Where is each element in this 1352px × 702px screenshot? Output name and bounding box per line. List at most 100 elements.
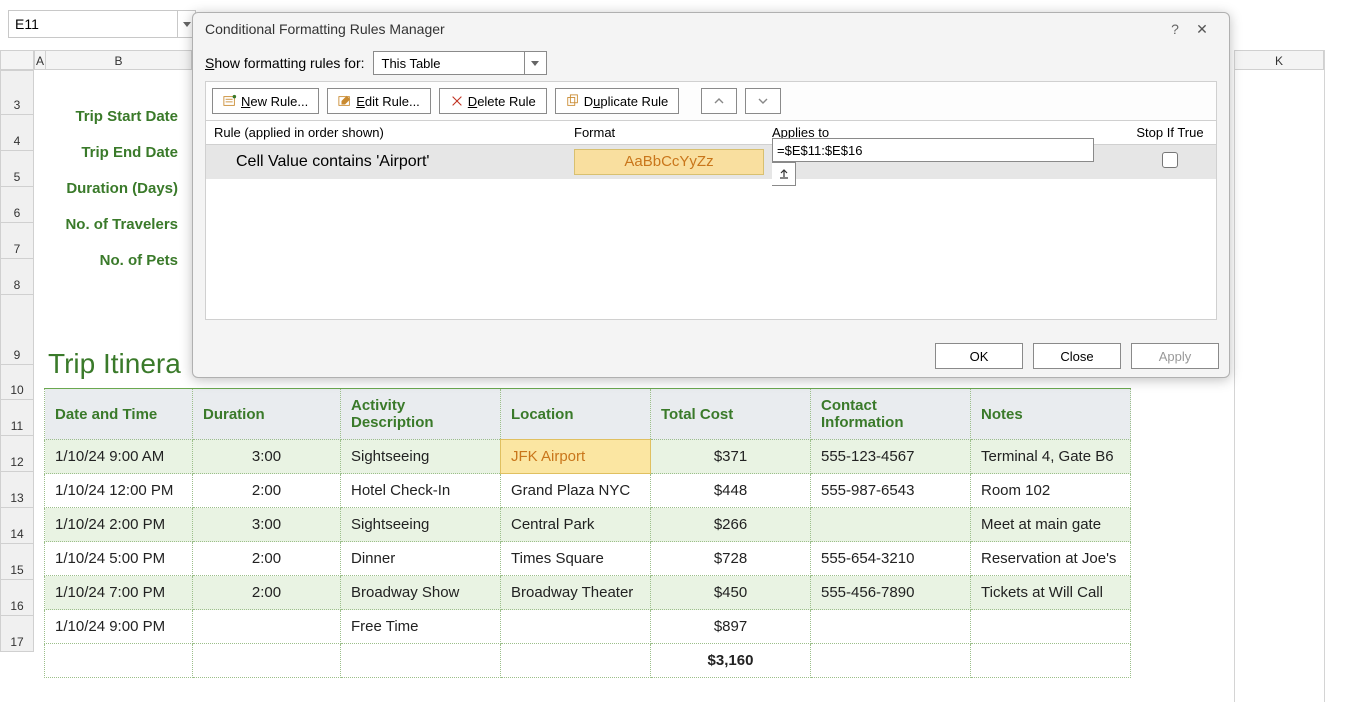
itinerary-cell[interactable]: $371 [651, 440, 811, 474]
row-header-10[interactable]: 10 [0, 365, 34, 400]
itinerary-cell[interactable]: Broadway Theater [501, 576, 651, 610]
itinerary-cell[interactable]: $448 [651, 474, 811, 508]
row-header-15[interactable]: 15 [0, 544, 34, 580]
itinerary-header[interactable]: Contact Information [811, 389, 971, 440]
itinerary-cell[interactable]: Hotel Check-In [341, 474, 501, 508]
stop-if-true-checkbox[interactable] [1162, 152, 1178, 168]
close-button[interactable]: Close [1033, 343, 1121, 369]
itinerary-cell[interactable]: $266 [651, 508, 811, 542]
itinerary-row[interactable]: 1/10/24 7:00 PM2:00Broadway ShowBroadway… [45, 576, 1131, 610]
applies-to-input[interactable] [772, 138, 1094, 162]
range-picker-button[interactable] [772, 162, 796, 186]
itinerary-cell[interactable]: Sightseeing [341, 440, 501, 474]
itinerary-cell[interactable]: 1/10/24 9:00 AM [45, 440, 193, 474]
itinerary-cell[interactable] [193, 644, 341, 678]
itinerary-cell[interactable]: 3:00 [193, 440, 341, 474]
itinerary-cell[interactable]: Room 102 [971, 474, 1131, 508]
row-header-3[interactable]: 3 [0, 70, 34, 115]
itinerary-cell[interactable]: 2:00 [193, 576, 341, 610]
itinerary-cell[interactable]: 555-987-6543 [811, 474, 971, 508]
row-header-11[interactable]: 11 [0, 400, 34, 436]
itinerary-header[interactable]: Notes [971, 389, 1131, 440]
itinerary-cell[interactable]: Grand Plaza NYC [501, 474, 651, 508]
duplicate-rule-button[interactable]: Duplicate Rule [555, 88, 680, 114]
col-header-a[interactable]: A [34, 50, 46, 70]
itinerary-row[interactable]: 1/10/24 9:00 AM3:00SightseeingJFK Airpor… [45, 440, 1131, 474]
itinerary-header[interactable]: Total Cost [651, 389, 811, 440]
itinerary-cell[interactable]: Dinner [341, 542, 501, 576]
itinerary-cell[interactable]: Sightseeing [341, 508, 501, 542]
itinerary-cell[interactable]: 3:00 [193, 508, 341, 542]
itinerary-cell[interactable] [45, 644, 193, 678]
itinerary-cell[interactable] [501, 610, 651, 644]
delete-rule-button[interactable]: Delete Rule [439, 88, 547, 114]
itinerary-cell[interactable]: 1/10/24 5:00 PM [45, 542, 193, 576]
itinerary-row[interactable]: 1/10/24 9:00 PM Free Time $897 [45, 610, 1131, 644]
itinerary-cell[interactable]: Meet at main gate [971, 508, 1131, 542]
itinerary-total-row[interactable]: $3,160 [45, 644, 1131, 678]
select-all-corner[interactable] [0, 50, 34, 70]
itinerary-row[interactable]: 1/10/24 5:00 PM2:00DinnerTimes Square$72… [45, 542, 1131, 576]
ok-button[interactable]: OK [935, 343, 1023, 369]
itinerary-cell[interactable] [811, 644, 971, 678]
itinerary-cell[interactable]: 2:00 [193, 542, 341, 576]
itinerary-cell[interactable]: Tickets at Will Call [971, 576, 1131, 610]
row-header-9[interactable]: 9 [0, 295, 34, 365]
scope-select[interactable]: This Table [373, 51, 547, 75]
itinerary-cell[interactable]: $450 [651, 576, 811, 610]
rule-row[interactable]: Cell Value contains 'Airport' AaBbCcYyZz [206, 145, 1216, 179]
itinerary-cell[interactable]: Central Park [501, 508, 651, 542]
itinerary-cell[interactable]: Broadway Show [341, 576, 501, 610]
itinerary-header[interactable]: Duration [193, 389, 341, 440]
itinerary-cell[interactable]: Free Time [341, 610, 501, 644]
row-header-14[interactable]: 14 [0, 508, 34, 544]
itinerary-cell[interactable]: 1/10/24 7:00 PM [45, 576, 193, 610]
scope-select-dropdown[interactable] [524, 52, 546, 74]
itinerary-header[interactable]: Activity Description [341, 389, 501, 440]
itinerary-cell[interactable]: 1/10/24 2:00 PM [45, 508, 193, 542]
itinerary-row[interactable]: 1/10/24 2:00 PM3:00SightseeingCentral Pa… [45, 508, 1131, 542]
row-header-8[interactable]: 8 [0, 259, 34, 295]
row-header-7[interactable]: 7 [0, 223, 34, 259]
itinerary-cell[interactable]: 1/10/24 9:00 PM [45, 610, 193, 644]
col-header-b[interactable]: B [46, 50, 192, 70]
itinerary-cell[interactable]: 555-654-3210 [811, 542, 971, 576]
dialog-close-button[interactable]: ✕ [1187, 21, 1217, 38]
edit-rule-button[interactable]: Edit Rule... [327, 88, 431, 114]
itinerary-cell[interactable]: Reservation at Joe's [971, 542, 1131, 576]
itinerary-cell[interactable]: $728 [651, 542, 811, 576]
apply-button[interactable]: Apply [1131, 343, 1219, 369]
itinerary-cell[interactable]: Terminal 4, Gate B6 [971, 440, 1131, 474]
row-header-17[interactable]: 17 [0, 616, 34, 652]
col-header-k[interactable]: K [1234, 50, 1324, 70]
itinerary-cell[interactable]: $897 [651, 610, 811, 644]
row-header-12[interactable]: 12 [0, 436, 34, 472]
itinerary-cell[interactable]: Times Square [501, 542, 651, 576]
itinerary-cell[interactable]: 1/10/24 12:00 PM [45, 474, 193, 508]
itinerary-cell[interactable] [971, 610, 1131, 644]
itinerary-cell[interactable] [501, 644, 651, 678]
move-down-button[interactable] [745, 88, 781, 114]
itinerary-cell[interactable]: 2:00 [193, 474, 341, 508]
itinerary-cell[interactable] [971, 644, 1131, 678]
name-box-input[interactable] [8, 10, 178, 38]
move-up-button[interactable] [701, 88, 737, 114]
row-header-5[interactable]: 5 [0, 151, 34, 187]
itinerary-header[interactable]: Date and Time [45, 389, 193, 440]
itinerary-header[interactable]: Location [501, 389, 651, 440]
itinerary-cell[interactable]: $3,160 [651, 644, 811, 678]
row-header-13[interactable]: 13 [0, 472, 34, 508]
itinerary-cell[interactable]: 555-456-7890 [811, 576, 971, 610]
itinerary-cell[interactable] [811, 508, 971, 542]
row-header-6[interactable]: 6 [0, 187, 34, 223]
itinerary-cell[interactable]: JFK Airport [501, 440, 651, 474]
dialog-help-button[interactable]: ? [1163, 21, 1187, 37]
itinerary-cell[interactable] [811, 610, 971, 644]
itinerary-cell[interactable]: 555-123-4567 [811, 440, 971, 474]
row-header-16[interactable]: 16 [0, 580, 34, 616]
itinerary-cell[interactable] [341, 644, 501, 678]
itinerary-row[interactable]: 1/10/24 12:00 PM2:00Hotel Check-InGrand … [45, 474, 1131, 508]
itinerary-cell[interactable] [193, 610, 341, 644]
row-header-4[interactable]: 4 [0, 115, 34, 151]
itinerary-table[interactable]: Date and TimeDurationActivity Descriptio… [44, 388, 1131, 678]
